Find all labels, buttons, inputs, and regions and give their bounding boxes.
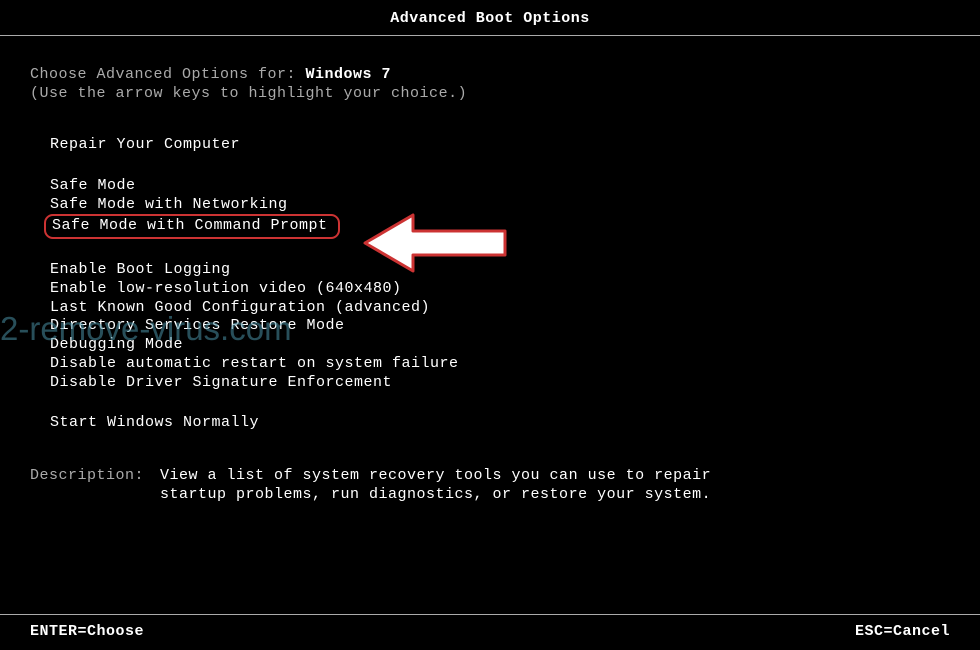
menu-start-normally[interactable]: Start Windows Normally [50,414,950,433]
arrow-hint: (Use the arrow keys to highlight your ch… [30,85,950,102]
menu-disable-auto-restart[interactable]: Disable automatic restart on system fail… [50,355,950,374]
description-text: View a list of system recovery tools you… [160,467,720,505]
description-label: Description: [30,467,160,505]
main-content: Choose Advanced Options for: Windows 7 (… [0,36,980,505]
description-block: Description: View a list of system recov… [30,467,950,505]
boot-menu: Repair Your Computer Safe Mode Safe Mode… [50,136,950,433]
highlighted-option: Safe Mode with Command Prompt [44,214,340,239]
menu-safe-mode[interactable]: Safe Mode [50,177,950,196]
menu-debugging-mode[interactable]: Debugging Mode [50,336,950,355]
menu-disable-driver-sig[interactable]: Disable Driver Signature Enforcement [50,374,950,393]
menu-safe-mode-networking[interactable]: Safe Mode with Networking [50,196,950,215]
os-name: Windows 7 [306,66,392,83]
menu-boot-logging[interactable]: Enable Boot Logging [50,261,950,280]
menu-safe-mode-command-prompt[interactable]: Safe Mode with Command Prompt [50,214,950,239]
title-bar: Advanced Boot Options [0,0,980,36]
page-title: Advanced Boot Options [390,10,590,27]
menu-last-known-good[interactable]: Last Known Good Configuration (advanced) [50,299,950,318]
menu-directory-services-restore[interactable]: Directory Services Restore Mode [50,317,950,336]
menu-low-res-video[interactable]: Enable low-resolution video (640x480) [50,280,950,299]
footer-bar: ENTER=Choose ESC=Cancel [0,614,980,640]
menu-repair-computer[interactable]: Repair Your Computer [50,136,950,155]
choose-prefix: Choose Advanced Options for: [30,66,306,83]
choose-line: Choose Advanced Options for: Windows 7 [30,66,950,83]
enter-hint: ENTER=Choose [30,623,144,640]
esc-hint: ESC=Cancel [855,623,950,640]
